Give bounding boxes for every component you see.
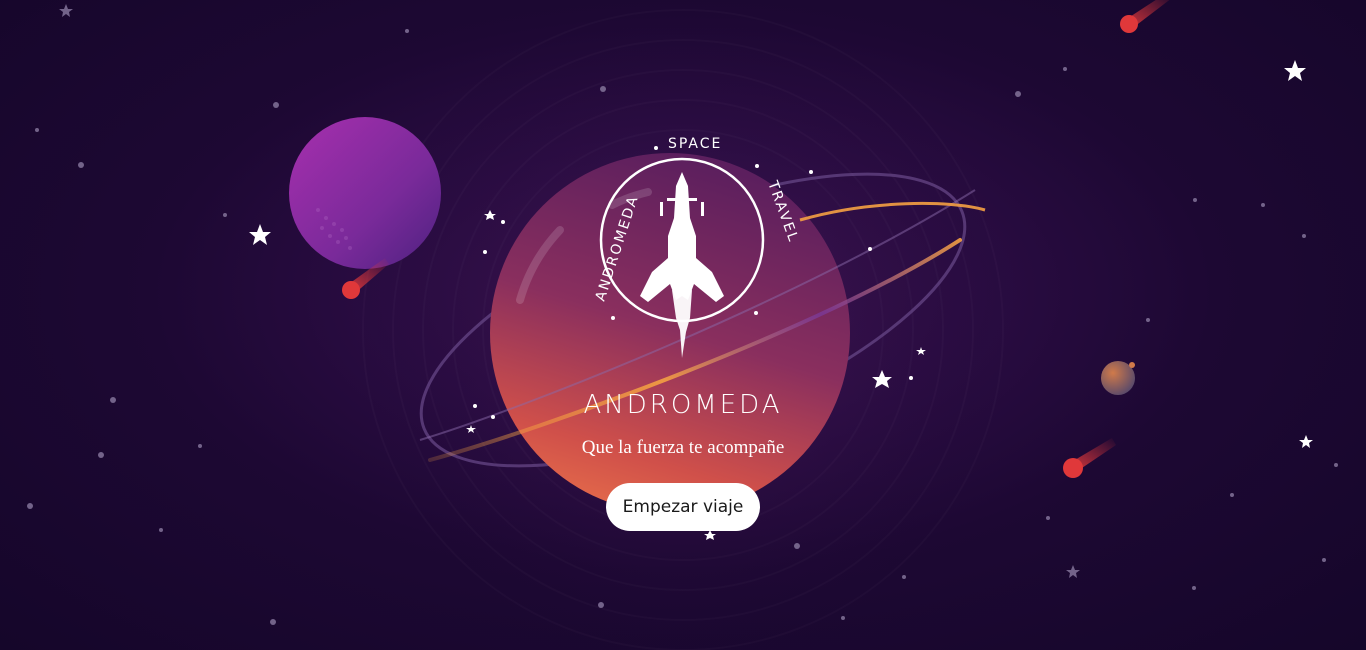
main-planet [490,153,850,513]
purple-planet [289,117,441,269]
brand-title: ANDROMEDA [583,390,783,420]
meteor-1 [1120,0,1170,33]
space-illustration: SPACE ANDROMEDA TRAVEL [27,0,1338,650]
meteor-3 [1063,438,1116,478]
start-journey-button[interactable]: Empezar viaje [606,483,760,531]
space-background: SPACE ANDROMEDA TRAVEL ANDROMEDA Que la … [0,0,1366,650]
ring-text-space: SPACE [668,136,722,152]
small-planet [1101,361,1135,395]
tagline: Que la fuerza te acompañe [581,437,785,458]
